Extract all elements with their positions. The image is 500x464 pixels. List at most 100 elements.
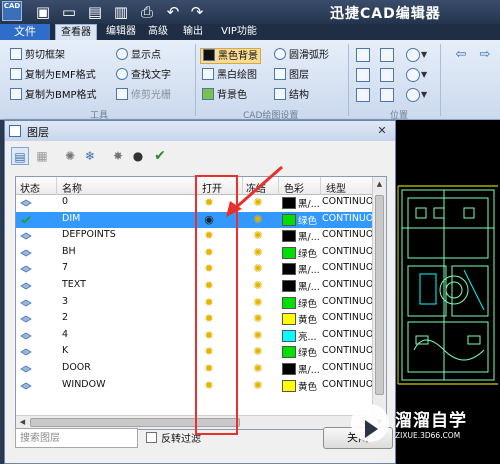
layer-row[interactable]: WINDOW ✹ ✺ 黄色 CONTINUOUS: [16, 378, 386, 395]
view-mode-icon[interactable]: [406, 88, 420, 102]
tab-vip[interactable]: VIP功能: [213, 24, 265, 40]
layer-state-icon[interactable]: [20, 332, 32, 340]
layer-row[interactable]: DEFPOINTS ✹ ✺ 黑/... CONTINUOUS: [16, 228, 386, 245]
layer-state-icon[interactable]: [20, 282, 32, 290]
layer-state-icon[interactable]: [20, 315, 32, 323]
color-swatch[interactable]: [282, 346, 296, 359]
layer-state-icon[interactable]: [20, 348, 32, 356]
save-as-icon[interactable]: ▥: [112, 3, 130, 21]
color-swatch[interactable]: [282, 379, 296, 392]
redo-icon[interactable]: ↷: [188, 3, 206, 21]
horizontal-scrollbar[interactable]: ◀ ▶: [16, 415, 372, 429]
sun-icon[interactable]: ✺: [252, 362, 264, 376]
tab-advanced[interactable]: 高级: [143, 24, 173, 40]
show-points-button[interactable]: 显示点: [116, 48, 161, 64]
layer-row[interactable]: TEXT ✹ ✺ 黑/... CONTINUOUS: [16, 278, 386, 295]
sun-icon[interactable]: ✺: [252, 312, 264, 326]
trim-raster-button[interactable]: 修剪光栅: [116, 88, 171, 104]
layer-row[interactable]: DOOR ✹ ✺ 黑/... CONTINUOUS: [16, 361, 386, 378]
color-swatch[interactable]: [282, 296, 296, 309]
3d-orbit-icon[interactable]: [380, 88, 394, 102]
color-swatch[interactable]: [282, 362, 296, 375]
fit-view-icon[interactable]: [380, 68, 394, 82]
layer-row[interactable]: BH ✹ ✺ 绿色 CONTINUOUS: [16, 245, 386, 262]
current-layer-check-icon[interactable]: [20, 215, 32, 224]
color-swatch[interactable]: [282, 246, 296, 259]
zoom-extents-icon[interactable]: [380, 48, 394, 62]
color-swatch[interactable]: [282, 197, 296, 209]
background-color-button[interactable]: 背景色: [202, 88, 247, 104]
sun-icon[interactable]: ✺: [252, 345, 264, 359]
layer-row[interactable]: DIM ◉ ✺ 绿色 CONTINUOUS: [16, 211, 386, 229]
layer-state-icon[interactable]: [20, 199, 32, 207]
undo-icon[interactable]: ↶: [164, 3, 182, 21]
layer-state-icon[interactable]: [20, 249, 32, 257]
structure-button[interactable]: 结构: [274, 88, 309, 104]
scroll-up-icon[interactable]: ▲: [373, 177, 386, 191]
sun-icon[interactable]: ✺: [252, 246, 264, 260]
chevron-down-icon[interactable]: ▼: [421, 48, 431, 62]
chevron-down-icon[interactable]: ▼: [421, 68, 431, 82]
save-icon[interactable]: ▤: [86, 3, 104, 21]
layer-row[interactable]: K ✹ ✺ 绿色 CONTINUOUS: [16, 344, 386, 361]
scroll-thumb[interactable]: [375, 195, 384, 395]
zoom-in-icon[interactable]: [406, 48, 420, 62]
tab-editor[interactable]: 编辑器: [101, 24, 141, 40]
checkmark-icon[interactable]: ✔: [151, 147, 169, 165]
sun-icon[interactable]: ✺: [252, 379, 264, 393]
close-icon[interactable]: ✕: [373, 123, 391, 139]
copy-emf-button[interactable]: 复制为EMF格式: [10, 68, 96, 84]
tab-output[interactable]: 输出: [178, 24, 208, 40]
layer-state-icon[interactable]: [20, 299, 32, 307]
layer-state-icon[interactable]: [20, 265, 32, 273]
file-menu-tab[interactable]: 文件: [0, 24, 50, 40]
arrow-left-icon[interactable]: ⇦: [452, 46, 470, 64]
color-swatch[interactable]: [282, 263, 296, 276]
sun-icon[interactable]: ✺: [252, 229, 264, 243]
bulb-off-icon[interactable]: ✸: [109, 147, 127, 165]
layer-row[interactable]: 0 ✹ ✺ 黑/... CONTINUOUS: [16, 195, 386, 212]
layers-button[interactable]: 图层: [274, 68, 309, 84]
layer-row[interactable]: 7 ✹ ✺ 黑/... CONTINUOUS: [16, 261, 386, 278]
color-swatch[interactable]: [282, 230, 296, 243]
sun-icon[interactable]: ✺: [252, 296, 264, 310]
layer-row[interactable]: 4 ✹ ✺ 亮... CONTINUOUS: [16, 328, 386, 345]
arrow-right-icon[interactable]: ⇨: [476, 46, 494, 64]
copy-bmp-button[interactable]: 复制为BMP格式: [10, 88, 97, 104]
black-background-button[interactable]: 黑色背景: [200, 48, 261, 64]
color-swatch[interactable]: [282, 329, 296, 342]
column-state[interactable]: 状态: [20, 180, 40, 195]
rotate-view-icon[interactable]: [356, 88, 370, 102]
bw-drawing-button[interactable]: 黑白绘图: [202, 68, 257, 84]
layer-state-icon[interactable]: [20, 365, 32, 373]
layer-state-icon[interactable]: [20, 232, 32, 240]
sun-icon[interactable]: ✺: [252, 262, 264, 276]
layer-row[interactable]: 2 ✹ ✺ 黄色 CONTINUOUS: [16, 311, 386, 328]
new-file-icon[interactable]: ▣: [34, 3, 52, 21]
invert-filter-checkbox[interactable]: [146, 432, 157, 443]
snowflake-icon[interactable]: ❄: [81, 147, 99, 165]
bulb-icon[interactable]: ●: [129, 147, 147, 165]
column-linetype[interactable]: 线型: [326, 180, 346, 195]
cut-frame-button[interactable]: 剪切框架: [10, 48, 65, 64]
column-color[interactable]: 色彩: [284, 180, 304, 195]
vertical-scrollbar[interactable]: ▲ ▼: [372, 177, 386, 429]
search-layers-input[interactable]: [15, 428, 138, 448]
zoom-window-icon[interactable]: [356, 48, 370, 62]
layer-state-icon[interactable]: [20, 382, 32, 390]
layer-row[interactable]: 3 ✹ ✺ 绿色 CONTINUOUS: [16, 295, 386, 312]
open-folder-icon[interactable]: ▭: [60, 3, 78, 21]
pan-icon[interactable]: [356, 68, 370, 82]
sun-icon[interactable]: ✺: [252, 279, 264, 293]
find-text-button[interactable]: 查找文字: [116, 68, 171, 84]
zoom-out-icon[interactable]: [406, 68, 420, 82]
column-name[interactable]: 名称: [62, 180, 82, 195]
tab-viewer[interactable]: 查看器: [55, 24, 97, 40]
color-swatch[interactable]: [282, 313, 296, 326]
smooth-arc-button[interactable]: 圆滑弧形: [274, 48, 329, 64]
delete-layer-icon[interactable]: ▦: [33, 147, 51, 165]
color-swatch[interactable]: [282, 279, 296, 292]
print-icon[interactable]: ⎙: [138, 3, 156, 21]
sun-all-icon[interactable]: ✺: [61, 147, 79, 165]
chevron-down-icon[interactable]: ▼: [421, 88, 431, 102]
